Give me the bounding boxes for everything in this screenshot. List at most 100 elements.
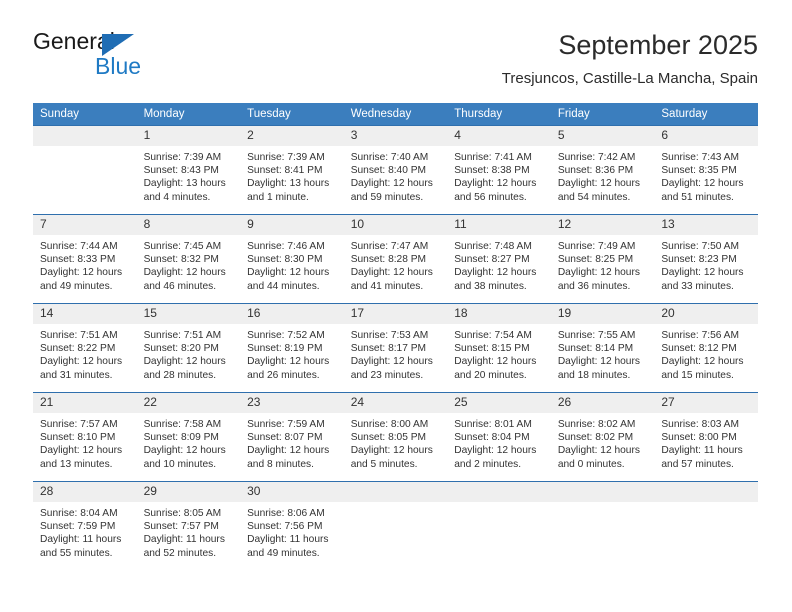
calendar-day-cell[interactable]: 11 Sunrise: 7:48 AM Sunset: 8:27 PM Dayligh… <box>447 214 551 304</box>
day-number: 8 <box>136 215 241 235</box>
sunrise-text: Sunrise: 7:56 AM <box>661 330 739 341</box>
daylight-text: Daylight: 12 hours and 49 minutes. <box>40 267 123 292</box>
day-number <box>343 482 448 502</box>
calendar-day-cell[interactable]: 20 Sunrise: 7:56 AM Sunset: 8:12 PM Dayligh… <box>654 303 758 393</box>
calendar-day-cell[interactable]: 13 Sunrise: 7:50 AM Sunset: 8:23 PM Dayligh… <box>654 214 758 304</box>
calendar-week-row: 21 Sunrise: 7:57 AM Sunset: 8:10 PM Dayligh… <box>33 392 758 482</box>
daylight-text: Daylight: 12 hours and 59 minutes. <box>350 178 433 203</box>
calendar-day-cell[interactable]: 27 Sunrise: 8:03 AM Sunset: 8:00 PM Dayligh… <box>654 392 758 482</box>
calendar-day-cell[interactable]: 9 Sunrise: 7:46 AM Sunset: 8:30 PM Daylight… <box>240 214 344 304</box>
weekday-header-monday: Monday <box>136 103 241 126</box>
calendar-day-cell[interactable]: 16 Sunrise: 7:52 AM Sunset: 8:19 PM Dayligh… <box>240 303 344 393</box>
day-details: Sunrise: 8:06 AM Sunset: 7:56 PM Daylight:… <box>240 502 344 560</box>
day-details: Sunrise: 7:46 AM Sunset: 8:30 PM Daylight:… <box>240 235 344 293</box>
day-details: Sunrise: 7:57 AM Sunset: 8:10 PM Daylight:… <box>33 413 137 471</box>
sunrise-text: Sunrise: 7:51 AM <box>40 330 118 341</box>
daylight-text: Daylight: 12 hours and 31 minutes. <box>40 356 123 381</box>
sunset-text: Sunset: 8:17 PM <box>350 343 427 355</box>
calendar-day-cell[interactable]: 28 Sunrise: 8:04 AM Sunset: 7:59 PM Dayligh… <box>33 481 137 570</box>
day-details: Sunrise: 7:39 AM Sunset: 8:43 PM Daylight:… <box>137 146 241 204</box>
sunrise-text: Sunrise: 7:51 AM <box>143 330 222 341</box>
calendar-day-cell[interactable]: 25 Sunrise: 8:01 AM Sunset: 8:04 PM Dayligh… <box>447 392 551 482</box>
day-number: 7 <box>33 215 137 235</box>
calendar-day-cell[interactable]: 7 Sunrise: 7:44 AM Sunset: 8:33 PM Daylight… <box>33 214 137 304</box>
calendar-day-cell[interactable]: 15 Sunrise: 7:51 AM Sunset: 8:20 PM Dayligh… <box>136 303 241 393</box>
day-number: 21 <box>33 393 137 413</box>
calendar-day-cell[interactable]: 3 Sunrise: 7:40 AM Sunset: 8:40 PM Daylight… <box>343 125 448 215</box>
sunset-text: Sunset: 8:36 PM <box>557 165 634 177</box>
day-number: 6 <box>654 126 758 146</box>
sunrise-text: Sunrise: 8:06 AM <box>247 508 325 519</box>
calendar-day-cell[interactable]: 17 Sunrise: 7:53 AM Sunset: 8:17 PM Dayligh… <box>343 303 448 393</box>
calendar-week-row: 7 Sunrise: 7:44 AM Sunset: 8:33 PM Daylight… <box>33 214 758 304</box>
daylight-text: Daylight: 12 hours and 44 minutes. <box>247 267 330 292</box>
calendar-day-cell[interactable]: 14 Sunrise: 7:51 AM Sunset: 8:22 PM Dayligh… <box>33 303 137 393</box>
day-number <box>447 482 551 502</box>
sunrise-text: Sunrise: 7:49 AM <box>557 241 636 252</box>
day-details: Sunrise: 7:58 AM Sunset: 8:09 PM Daylight:… <box>137 413 241 471</box>
sunrise-text: Sunrise: 7:50 AM <box>661 241 739 252</box>
day-number: 15 <box>136 304 241 324</box>
sunset-text: Sunset: 8:35 PM <box>661 165 737 177</box>
sunrise-text: Sunrise: 7:59 AM <box>247 419 325 430</box>
day-details: Sunrise: 7:47 AM Sunset: 8:28 PM Daylight:… <box>344 235 448 293</box>
day-details: Sunrise: 7:53 AM Sunset: 8:17 PM Daylight:… <box>344 324 448 382</box>
daylight-text: Daylight: 13 hours and 4 minutes. <box>143 178 226 203</box>
sunrise-text: Sunrise: 7:57 AM <box>40 419 118 430</box>
day-details: Sunrise: 7:49 AM Sunset: 8:25 PM Daylight:… <box>551 235 655 293</box>
calendar-day-cell[interactable]: 12 Sunrise: 7:49 AM Sunset: 8:25 PM Dayligh… <box>550 214 655 304</box>
calendar-day-cell[interactable]: 23 Sunrise: 7:59 AM Sunset: 8:07 PM Dayligh… <box>240 392 344 482</box>
daylight-text: Daylight: 12 hours and 26 minutes. <box>247 356 330 381</box>
calendar-day-cell[interactable]: 4 Sunrise: 7:41 AM Sunset: 8:38 PM Daylight… <box>447 125 551 215</box>
day-details: Sunrise: 8:05 AM Sunset: 7:57 PM Daylight:… <box>137 502 241 560</box>
daylight-text: Daylight: 12 hours and 0 minutes. <box>557 445 640 470</box>
sunrise-text: Sunrise: 8:03 AM <box>661 419 739 430</box>
daylight-text: Daylight: 12 hours and 28 minutes. <box>143 356 226 381</box>
day-number <box>33 126 137 146</box>
sunrise-text: Sunrise: 7:52 AM <box>247 330 325 341</box>
calendar-day-cell[interactable]: 18 Sunrise: 7:54 AM Sunset: 8:15 PM Dayligh… <box>447 303 551 393</box>
calendar-day-cell[interactable]: 5 Sunrise: 7:42 AM Sunset: 8:36 PM Daylight… <box>550 125 655 215</box>
calendar-day-cell[interactable]: 8 Sunrise: 7:45 AM Sunset: 8:32 PM Daylight… <box>136 214 241 304</box>
day-details: Sunrise: 7:41 AM Sunset: 8:38 PM Daylight:… <box>447 146 551 204</box>
calendar-day-cell[interactable]: 30 Sunrise: 8:06 AM Sunset: 7:56 PM Dayligh… <box>240 481 344 570</box>
weekday-header-row: Sunday Monday Tuesday Wednesday Thursday… <box>33 103 758 126</box>
calendar-day-cell[interactable]: 24 Sunrise: 8:00 AM Sunset: 8:05 PM Dayligh… <box>343 392 448 482</box>
calendar-day-cell-empty <box>33 125 137 215</box>
day-number: 3 <box>343 126 448 146</box>
sunrise-text: Sunrise: 7:41 AM <box>454 152 532 163</box>
calendar-day-cell[interactable]: 1 Sunrise: 7:39 AM Sunset: 8:43 PM Daylight… <box>136 125 241 215</box>
calendar-day-cell[interactable]: 19 Sunrise: 7:55 AM Sunset: 8:14 PM Dayligh… <box>550 303 655 393</box>
daylight-text: Daylight: 12 hours and 5 minutes. <box>350 445 433 470</box>
sunrise-text: Sunrise: 7:44 AM <box>40 241 118 252</box>
daylight-text: Daylight: 12 hours and 56 minutes. <box>454 178 537 203</box>
weekday-header-sunday: Sunday <box>33 103 137 126</box>
sunset-text: Sunset: 8:23 PM <box>661 254 737 266</box>
sunrise-sunset-calendar: Sunday Monday Tuesday Wednesday Thursday… <box>33 103 758 570</box>
calendar-day-cell[interactable]: 2 Sunrise: 7:39 AM Sunset: 8:41 PM Daylight… <box>240 125 344 215</box>
weekday-header-tuesday: Tuesday <box>240 103 344 126</box>
sunset-text: Sunset: 8:04 PM <box>454 432 530 444</box>
weekday-header-thursday: Thursday <box>447 103 551 126</box>
calendar-day-cell[interactable]: 22 Sunrise: 7:58 AM Sunset: 8:09 PM Dayligh… <box>136 392 241 482</box>
day-number: 14 <box>33 304 137 324</box>
weekday-header-friday: Friday <box>550 103 655 126</box>
calendar-day-cell[interactable]: 26 Sunrise: 8:02 AM Sunset: 8:02 PM Dayligh… <box>550 392 655 482</box>
day-details: Sunrise: 7:40 AM Sunset: 8:40 PM Daylight:… <box>344 146 448 204</box>
sunset-text: Sunset: 8:07 PM <box>247 432 323 444</box>
daylight-text: Daylight: 12 hours and 10 minutes. <box>143 445 226 470</box>
day-number <box>550 482 655 502</box>
calendar-day-cell[interactable]: 21 Sunrise: 7:57 AM Sunset: 8:10 PM Dayligh… <box>33 392 137 482</box>
sunrise-text: Sunrise: 7:53 AM <box>350 330 429 341</box>
calendar-day-cell[interactable]: 6 Sunrise: 7:43 AM Sunset: 8:35 PM Daylight… <box>654 125 758 215</box>
daylight-text: Daylight: 12 hours and 23 minutes. <box>350 356 433 381</box>
daylight-text: Daylight: 12 hours and 2 minutes. <box>454 445 537 470</box>
sunset-text: Sunset: 8:09 PM <box>143 432 219 444</box>
calendar-day-cell[interactable]: 10 Sunrise: 7:47 AM Sunset: 8:28 PM Dayligh… <box>343 214 448 304</box>
day-number: 17 <box>343 304 448 324</box>
calendar-day-cell[interactable]: 29 Sunrise: 8:05 AM Sunset: 7:57 PM Dayligh… <box>136 481 241 570</box>
logo-text-blue: Blue <box>95 53 142 79</box>
daylight-text: Daylight: 12 hours and 51 minutes. <box>661 178 744 203</box>
day-details: Sunrise: 7:56 AM Sunset: 8:12 PM Daylight:… <box>654 324 758 382</box>
day-number: 26 <box>550 393 655 413</box>
